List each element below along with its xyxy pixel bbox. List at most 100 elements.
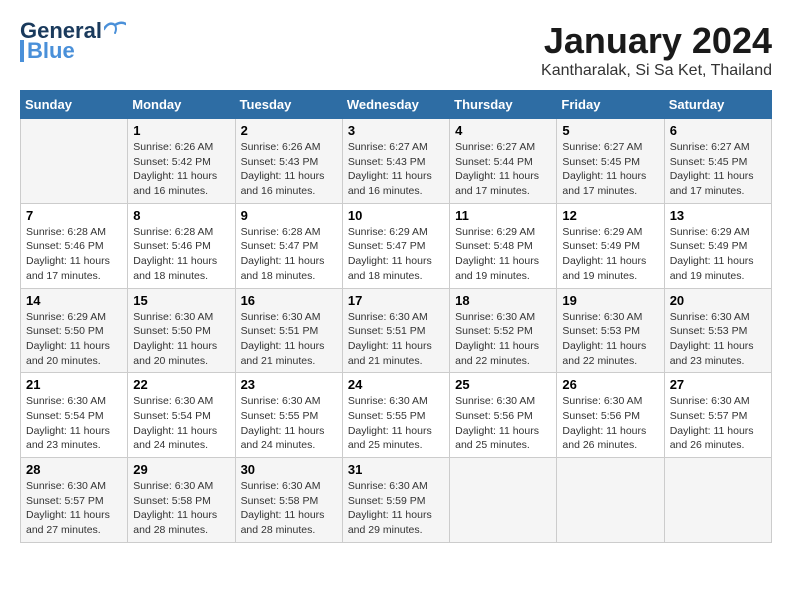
day-number: 20 [670, 293, 766, 308]
day-info: Sunrise: 6:28 AMSunset: 5:46 PMDaylight:… [26, 225, 122, 284]
day-info: Sunrise: 6:30 AMSunset: 5:56 PMDaylight:… [455, 394, 551, 453]
day-info: Sunrise: 6:29 AMSunset: 5:49 PMDaylight:… [670, 225, 766, 284]
day-number: 30 [241, 462, 337, 477]
day-info: Sunrise: 6:27 AMSunset: 5:45 PMDaylight:… [670, 140, 766, 199]
day-cell: 9 Sunrise: 6:28 AMSunset: 5:47 PMDaylight… [235, 203, 342, 288]
day-info: Sunrise: 6:30 AMSunset: 5:50 PMDaylight:… [133, 310, 229, 369]
day-cell: 7 Sunrise: 6:28 AMSunset: 5:46 PMDaylight… [21, 203, 128, 288]
day-number: 31 [348, 462, 444, 477]
weekday-header-monday: Monday [128, 91, 235, 119]
weekday-header-thursday: Thursday [450, 91, 557, 119]
day-number: 16 [241, 293, 337, 308]
day-info: Sunrise: 6:28 AMSunset: 5:46 PMDaylight:… [133, 225, 229, 284]
week-row-2: 14Sunrise: 6:29 AMSunset: 5:50 PMDayligh… [21, 288, 772, 373]
day-number: 15 [133, 293, 229, 308]
day-number: 5 [562, 123, 658, 138]
day-number: 23 [241, 377, 337, 392]
day-cell: 25 Sunrise: 6:30 AMSunset: 5:56 PMDayligh… [450, 373, 557, 458]
day-info: Sunrise: 6:30 AMSunset: 5:59 PMDaylight:… [348, 479, 444, 538]
day-info: Sunrise: 6:28 AMSunset: 5:47 PMDaylight:… [241, 225, 337, 284]
day-info: Sunrise: 6:29 AMSunset: 5:48 PMDaylight:… [455, 225, 551, 284]
logo-blue: Blue [27, 40, 75, 62]
day-cell: 11 Sunrise: 6:29 AMSunset: 5:48 PMDayligh… [450, 203, 557, 288]
day-info: Sunrise: 6:30 AMSunset: 5:54 PMDaylight:… [133, 394, 229, 453]
day-number: 6 [670, 123, 766, 138]
day-cell: 19 Sunrise: 6:30 AMSunset: 5:53 PMDayligh… [557, 288, 664, 373]
day-info: Sunrise: 6:30 AMSunset: 5:55 PMDaylight:… [348, 394, 444, 453]
day-info: Sunrise: 6:30 AMSunset: 5:57 PMDaylight:… [26, 479, 122, 538]
weekday-header-row: SundayMondayTuesdayWednesdayThursdayFrid… [21, 91, 772, 119]
day-number: 12 [562, 208, 658, 223]
day-number: 28 [26, 462, 122, 477]
day-info: Sunrise: 6:30 AMSunset: 5:58 PMDaylight:… [241, 479, 337, 538]
week-row-0: 1 Sunrise: 6:26 AMSunset: 5:42 PMDaylight… [21, 119, 772, 204]
day-cell [557, 458, 664, 543]
day-number: 26 [562, 377, 658, 392]
day-number: 11 [455, 208, 551, 223]
day-cell: 10Sunrise: 6:29 AMSunset: 5:47 PMDayligh… [342, 203, 449, 288]
day-cell: 4 Sunrise: 6:27 AMSunset: 5:44 PMDaylight… [450, 119, 557, 204]
day-cell: 2 Sunrise: 6:26 AMSunset: 5:43 PMDaylight… [235, 119, 342, 204]
day-info: Sunrise: 6:30 AMSunset: 5:51 PMDaylight:… [241, 310, 337, 369]
day-info: Sunrise: 6:26 AMSunset: 5:43 PMDaylight:… [241, 140, 337, 199]
day-cell: 18 Sunrise: 6:30 AMSunset: 5:52 PMDayligh… [450, 288, 557, 373]
day-cell: 21Sunrise: 6:30 AMSunset: 5:54 PMDayligh… [21, 373, 128, 458]
day-number: 21 [26, 377, 122, 392]
day-cell: 26 Sunrise: 6:30 AMSunset: 5:56 PMDayligh… [557, 373, 664, 458]
day-number: 2 [241, 123, 337, 138]
week-row-4: 28 Sunrise: 6:30 AMSunset: 5:57 PMDayligh… [21, 458, 772, 543]
day-cell: 30 Sunrise: 6:30 AMSunset: 5:58 PMDayligh… [235, 458, 342, 543]
day-cell [664, 458, 771, 543]
day-cell: 24 Sunrise: 6:30 AMSunset: 5:55 PMDayligh… [342, 373, 449, 458]
day-number: 24 [348, 377, 444, 392]
day-cell: 29Sunrise: 6:30 AMSunset: 5:58 PMDayligh… [128, 458, 235, 543]
week-row-3: 21 Sunrise: 6:30 AMSunset: 5:54 PMDayligh… [21, 373, 772, 458]
day-cell: 28 Sunrise: 6:30 AMSunset: 5:57 PMDayligh… [21, 458, 128, 543]
day-number: 25 [455, 377, 551, 392]
day-number: 17 [348, 293, 444, 308]
day-info: Sunrise: 6:30 AMSunset: 5:57 PMDaylight:… [670, 394, 766, 453]
page-header: General Blue January 2024 Kantharalak, S… [20, 20, 772, 80]
calendar-subtitle: Kantharalak, Si Sa Ket, Thailand [541, 62, 772, 80]
title-block: January 2024 Kantharalak, Si Sa Ket, Tha… [541, 20, 772, 80]
day-cell: 13 Sunrise: 6:29 AMSunset: 5:49 PMDayligh… [664, 203, 771, 288]
day-cell: 27Sunrise: 6:30 AMSunset: 5:57 PMDayligh… [664, 373, 771, 458]
day-number: 13 [670, 208, 766, 223]
day-cell: 14Sunrise: 6:29 AMSunset: 5:50 PMDayligh… [21, 288, 128, 373]
day-cell: 22 Sunrise: 6:30 AMSunset: 5:54 PMDayligh… [128, 373, 235, 458]
day-info: Sunrise: 6:30 AMSunset: 5:53 PMDaylight:… [670, 310, 766, 369]
day-cell: 1 Sunrise: 6:26 AMSunset: 5:42 PMDaylight… [128, 119, 235, 204]
day-number: 7 [26, 208, 122, 223]
week-row-1: 7 Sunrise: 6:28 AMSunset: 5:46 PMDaylight… [21, 203, 772, 288]
day-info: Sunrise: 6:27 AMSunset: 5:45 PMDaylight:… [562, 140, 658, 199]
day-info: Sunrise: 6:30 AMSunset: 5:52 PMDaylight:… [455, 310, 551, 369]
weekday-header-sunday: Sunday [21, 91, 128, 119]
day-number: 8 [133, 208, 229, 223]
day-number: 19 [562, 293, 658, 308]
calendar-table: SundayMondayTuesdayWednesdayThursdayFrid… [20, 90, 772, 543]
day-number: 4 [455, 123, 551, 138]
day-info: Sunrise: 6:30 AMSunset: 5:58 PMDaylight:… [133, 479, 229, 538]
day-cell: 23 Sunrise: 6:30 AMSunset: 5:55 PMDayligh… [235, 373, 342, 458]
day-cell [450, 458, 557, 543]
day-info: Sunrise: 6:27 AMSunset: 5:44 PMDaylight:… [455, 140, 551, 199]
day-number: 18 [455, 293, 551, 308]
day-cell: 20 Sunrise: 6:30 AMSunset: 5:53 PMDayligh… [664, 288, 771, 373]
day-cell: 16 Sunrise: 6:30 AMSunset: 5:51 PMDayligh… [235, 288, 342, 373]
day-number: 9 [241, 208, 337, 223]
weekday-header-tuesday: Tuesday [235, 91, 342, 119]
weekday-header-wednesday: Wednesday [342, 91, 449, 119]
day-number: 22 [133, 377, 229, 392]
day-cell [21, 119, 128, 204]
day-info: Sunrise: 6:30 AMSunset: 5:56 PMDaylight:… [562, 394, 658, 453]
day-info: Sunrise: 6:30 AMSunset: 5:53 PMDaylight:… [562, 310, 658, 369]
day-info: Sunrise: 6:29 AMSunset: 5:50 PMDaylight:… [26, 310, 122, 369]
day-number: 1 [133, 123, 229, 138]
day-info: Sunrise: 6:26 AMSunset: 5:42 PMDaylight:… [133, 140, 229, 199]
day-cell: 8 Sunrise: 6:28 AMSunset: 5:46 PMDaylight… [128, 203, 235, 288]
day-info: Sunrise: 6:27 AMSunset: 5:43 PMDaylight:… [348, 140, 444, 199]
day-info: Sunrise: 6:30 AMSunset: 5:55 PMDaylight:… [241, 394, 337, 453]
day-cell: 17Sunrise: 6:30 AMSunset: 5:51 PMDayligh… [342, 288, 449, 373]
day-info: Sunrise: 6:29 AMSunset: 5:49 PMDaylight:… [562, 225, 658, 284]
logo: General Blue [20, 20, 126, 62]
